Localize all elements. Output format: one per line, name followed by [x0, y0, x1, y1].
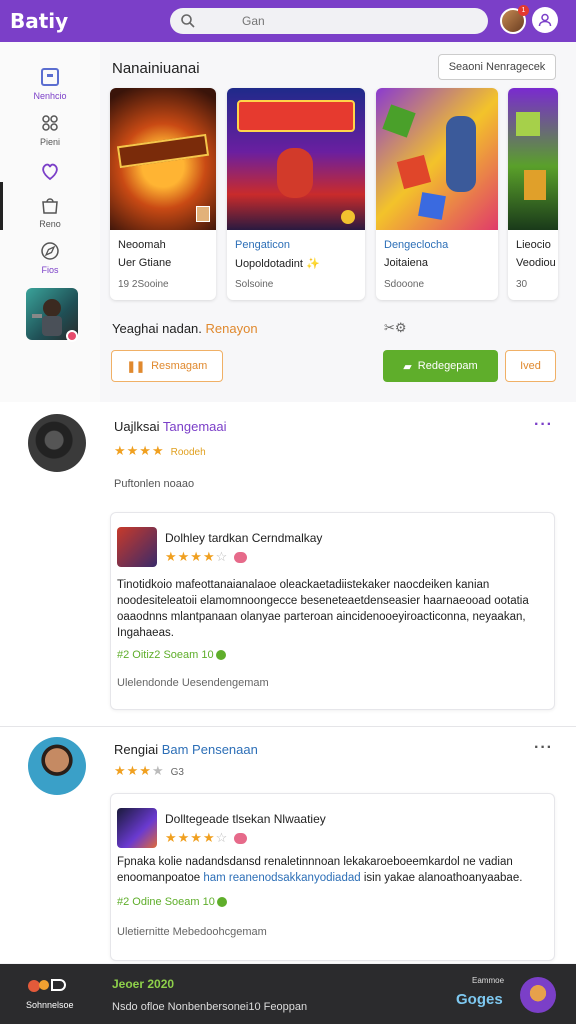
review-footer[interactable]: Ulelendonde Uesendengemam [117, 677, 269, 689]
footer-date: Jeoer 2020 [112, 977, 175, 991]
heart-icon[interactable] [234, 552, 248, 564]
review-card[interactable]: Dolhley tardkan Cerndmalkay ★★★★☆ Tinoti… [110, 512, 555, 710]
review-tags[interactable]: #2 Odine Soeam 10 [117, 896, 227, 908]
game-meta: 30 [516, 279, 528, 290]
footer-small-text: Eammoe [472, 976, 505, 985]
home-square-icon [41, 68, 59, 86]
game-card[interactable]: Neoomah Uer Gtiane 19 2Sooine [110, 88, 216, 300]
game-title: Pengaticon [235, 239, 291, 251]
recommendation-accent[interactable]: Renayon [206, 321, 258, 336]
game-cover [376, 88, 498, 230]
review-tags[interactable]: #2 Oitiz2 Soeam 10 [117, 649, 226, 661]
sidebar: Nenhcio Pieni Reno Fios [0, 42, 100, 402]
review-stars: ★★★★☆ [165, 830, 248, 846]
review-title: Dolltegeade tlsekan Nlwaatiey [165, 812, 326, 826]
resume-button[interactable]: ❚❚ Resmagam [111, 350, 223, 382]
sidebar-item-label: Fios [41, 265, 59, 275]
game-subtitle: Veodiou [516, 257, 556, 269]
footer: Sohnnelsoe Jeoer 2020 Nsdo ofloe Nonbenb… [0, 964, 576, 1024]
comment-icon [215, 650, 226, 661]
search-input[interactable] [242, 14, 442, 28]
thumbnail-badge [66, 330, 78, 342]
compass-icon [41, 242, 59, 260]
profile-button[interactable] [532, 7, 558, 33]
avatar[interactable] [28, 737, 86, 795]
pause-icon: ❚❚ [126, 360, 146, 373]
post-subtitle: Puftonlen noaao [114, 478, 195, 490]
review-title: Dolhley tardkan Cerndmalkay [165, 531, 323, 545]
game-cover [110, 88, 216, 230]
play-button[interactable]: ▰ Redegepam [383, 350, 498, 382]
game-meta: Solsoine [235, 279, 274, 290]
game-card[interactable]: Lieocio Veodiou 30 [508, 88, 558, 300]
footer-brand[interactable]: Goges [456, 991, 503, 1008]
sidebar-item-label: Pieni [39, 137, 60, 147]
sidebar-item-explore[interactable]: Fios [0, 240, 100, 275]
footer-note: Nsdo ofloe Nonbenbersonei10 Feoppan [112, 1001, 308, 1013]
grid-icon [42, 115, 58, 131]
user-icon [538, 13, 552, 27]
post-rating: ★★★★ G3 [114, 763, 184, 778]
game-title: Lieocio [516, 239, 551, 251]
section-title: Nanainiuanai [112, 60, 200, 77]
sidebar-item-label: Nenhcio [33, 91, 67, 101]
post: Rengiai Bam Pensenaan ··· ★★★★ G3 Dollteg… [0, 727, 576, 963]
game-meta: 19 2Sooine [118, 279, 169, 290]
brand-logo-icon[interactable] [26, 976, 70, 996]
app-logo[interactable]: Batiy [10, 9, 170, 33]
comment-icon [216, 897, 227, 908]
sidebar-item-store[interactable]: Reno [0, 194, 100, 229]
review-game-thumbnail [117, 808, 157, 848]
game-meta: Sdooone [384, 279, 425, 290]
game-cover [508, 88, 558, 230]
game-card[interactable]: Pengaticon Uopoldotadint ✨ Solsoine [227, 88, 365, 300]
avatar[interactable] [28, 414, 86, 472]
notification-badge: 1 [518, 5, 529, 16]
review-footer[interactable]: Uletiernitte Mebedoohcgemam [117, 926, 267, 938]
post-rating: ★★★★ Roodeh [114, 443, 206, 458]
footer-logo-text: Sohnnelsoe [26, 1000, 74, 1010]
tools-icon[interactable]: ✂⚙ [384, 320, 407, 336]
sidebar-item-home[interactable]: Nenhcio [0, 66, 100, 101]
post: Uajlksai Tangemaai ··· ★★★★ Roodeh Pufton… [0, 402, 576, 726]
post-author[interactable]: Rengiai Bam Pensenaan [114, 742, 258, 757]
game-cover [227, 88, 365, 230]
review-body: Fpnaka kolie nadandsdansd renaletinnnoan… [117, 856, 523, 884]
game-card[interactable]: Dengeclocha Joitaiena Sdooone [376, 88, 498, 300]
sidebar-item-label: Reno [39, 219, 61, 229]
sidebar-item-grid[interactable]: Pieni [0, 112, 100, 147]
sort-button[interactable]: Seaoni Nenragecek [438, 54, 556, 80]
controller-icon: ▰ [403, 360, 412, 373]
game-subtitle: Uer Gtiane [118, 257, 172, 269]
review-card[interactable]: Dolltegeade tlsekan Nlwaatiey ★★★★☆ Fpna… [110, 793, 555, 961]
post-author[interactable]: Uajlksai Tangemaai [114, 419, 227, 434]
review-body: Tinotidkoio mafeottanaianalaoe oleackaet… [117, 579, 529, 639]
read-button[interactable]: Ived [505, 350, 556, 382]
sidebar-item-favorites[interactable] [0, 160, 100, 185]
more-options-icon[interactable]: ··· [534, 416, 553, 434]
search-bar[interactable] [170, 8, 488, 34]
game-title: Neoomah [118, 239, 166, 251]
heart-icon [42, 163, 58, 181]
game-subtitle: Joitaiena [384, 257, 429, 269]
search-icon [181, 14, 195, 28]
game-title: Dengeclocha [384, 239, 449, 251]
review-link[interactable]: ham reanenodsakkanyodiadad [203, 872, 360, 884]
review-game-thumbnail [117, 527, 157, 567]
review-stars: ★★★★☆ [165, 549, 248, 565]
more-options-icon[interactable]: ··· [534, 739, 553, 757]
bag-icon [42, 198, 58, 214]
recommendation-text: Yeaghai nadan. Renayon [112, 321, 258, 336]
game-subtitle: Uopoldotadint ✨ [235, 258, 320, 270]
footer-avatar[interactable] [520, 977, 556, 1013]
games-section: Nanainiuanai Seaoni Nenragecek Neoomah U… [100, 42, 576, 402]
heart-icon[interactable] [234, 833, 248, 845]
